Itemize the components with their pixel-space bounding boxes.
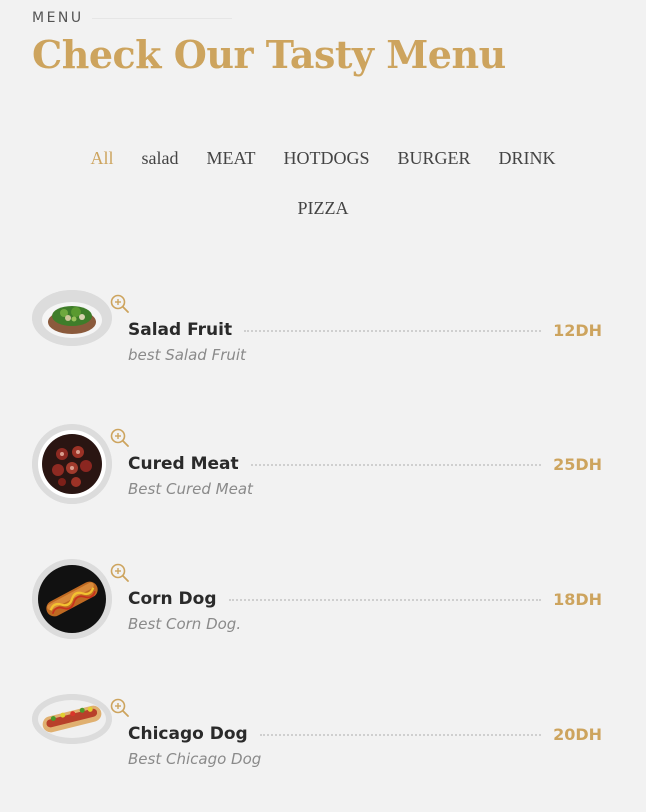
- item-row: Chicago Dog 20DH: [128, 722, 612, 746]
- dotted-leader: [244, 330, 542, 332]
- item-price: 18DH: [553, 589, 602, 609]
- filter-salad[interactable]: salad: [142, 133, 179, 183]
- item-name[interactable]: Corn Dog: [128, 589, 217, 609]
- item-row: Cured Meat 25DH: [128, 452, 612, 476]
- item-description: best Salad Fruit: [128, 346, 246, 364]
- section-label: MENU: [32, 10, 84, 26]
- item-image-chicago-dog[interactable]: [32, 694, 112, 744]
- menu-filters: All salad MEAT HOTDOGS BURGER DRINK PIZZA: [40, 133, 606, 233]
- filter-all[interactable]: All: [90, 133, 113, 183]
- filter-burger[interactable]: BURGER: [398, 133, 471, 183]
- item-image-cured-meat[interactable]: [32, 424, 112, 504]
- item-image-corn-dog[interactable]: [32, 559, 112, 639]
- filter-pizza[interactable]: PIZZA: [298, 183, 349, 233]
- item-name[interactable]: Cured Meat: [128, 454, 239, 474]
- cured-meat-image: [32, 424, 112, 504]
- zoom-in-icon[interactable]: [110, 563, 130, 583]
- item-row: Salad Fruit 12DH: [128, 318, 612, 342]
- dotted-leader: [259, 734, 542, 736]
- item-name[interactable]: Chicago Dog: [128, 724, 248, 744]
- zoom-in-icon[interactable]: [110, 428, 130, 448]
- corn-dog-image: [32, 559, 112, 639]
- salad-bowl-image: [32, 290, 112, 346]
- zoom-in-icon[interactable]: [110, 698, 130, 718]
- dotted-leader: [228, 599, 542, 601]
- zoom-in-icon[interactable]: [110, 294, 130, 314]
- menu-item: Cured Meat 25DH Best Cured Meat: [32, 424, 612, 514]
- item-price: 12DH: [553, 320, 602, 340]
- menu-item: Chicago Dog 20DH Best Chicago Dog: [32, 694, 612, 784]
- section-divider: [92, 18, 232, 19]
- item-price: 25DH: [553, 454, 602, 474]
- item-image-salad[interactable]: [32, 290, 112, 346]
- item-row: Corn Dog 18DH: [128, 587, 612, 611]
- chicago-hotdog-image: [32, 694, 112, 744]
- filter-drink[interactable]: DRINK: [499, 133, 556, 183]
- item-description: Best Corn Dog.: [128, 615, 242, 633]
- item-description: Best Cured Meat: [128, 480, 253, 498]
- page-title: Check Our Tasty Menu: [32, 32, 506, 77]
- filter-hotdogs[interactable]: HOTDOGS: [283, 133, 369, 183]
- filter-meat[interactable]: MEAT: [206, 133, 255, 183]
- menu-item: Corn Dog 18DH Best Corn Dog.: [32, 559, 612, 649]
- item-price: 20DH: [553, 724, 602, 744]
- item-name[interactable]: Salad Fruit: [128, 320, 232, 340]
- menu-item: Salad Fruit 12DH best Salad Fruit: [32, 290, 612, 380]
- item-description: Best Chicago Dog: [128, 750, 262, 768]
- dotted-leader: [250, 464, 542, 466]
